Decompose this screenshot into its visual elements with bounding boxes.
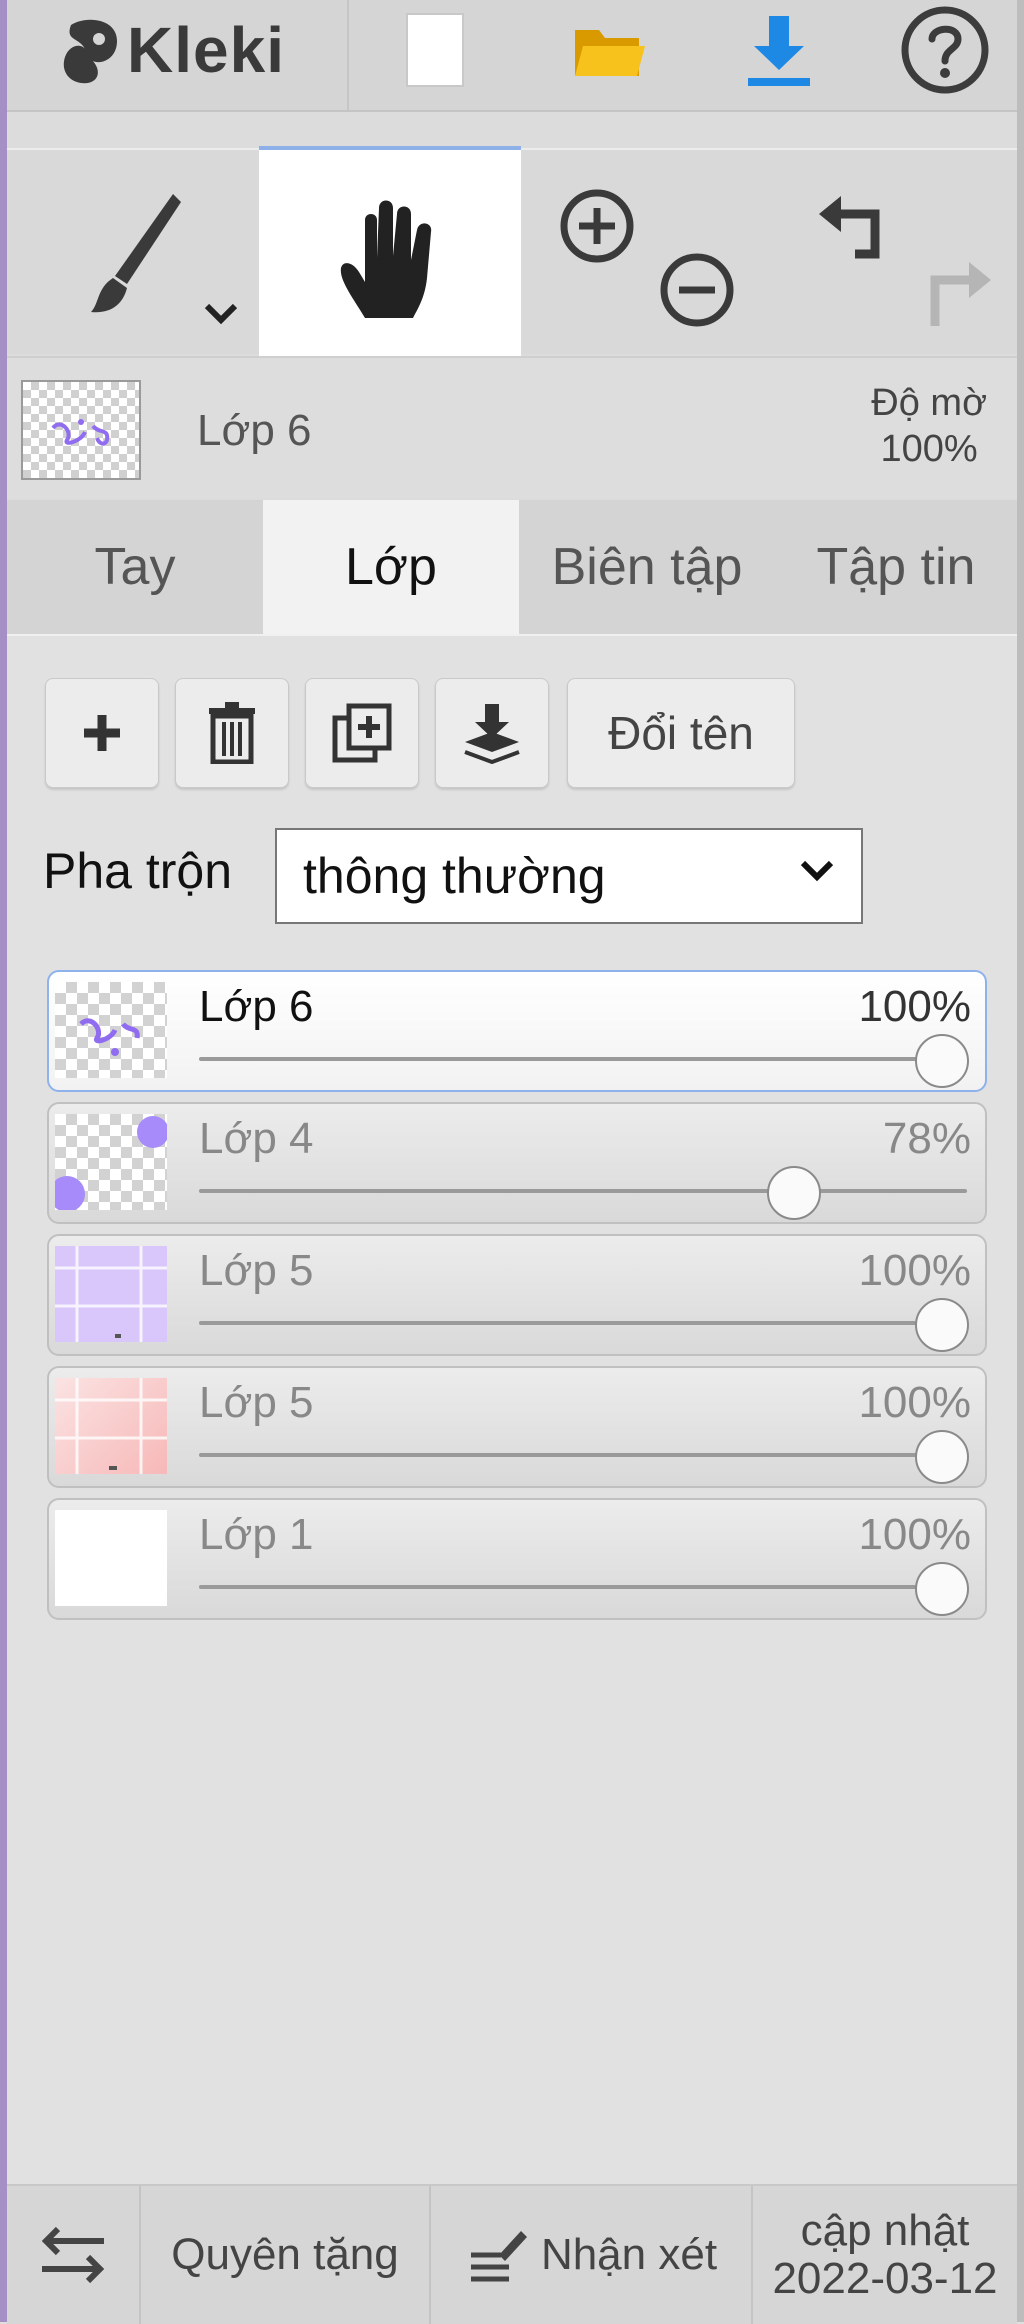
brush-tool-button[interactable] — [7, 150, 259, 354]
opacity-slider-track[interactable] — [199, 1189, 967, 1193]
opacity-slider-track[interactable] — [199, 1057, 967, 1061]
add-layer-icon — [84, 715, 120, 751]
chevron-down-icon[interactable] — [203, 300, 239, 326]
current-layer-opacity: Độ mờ 100% — [871, 380, 987, 472]
layer-name: Lớp 5 — [199, 1246, 314, 1295]
opacity-slider-track[interactable] — [199, 1321, 967, 1325]
feedback-button[interactable]: Nhận xét — [431, 2186, 751, 2324]
donate-button[interactable]: Quyên tặng — [141, 2186, 429, 2324]
app-logo-text: Kleki — [127, 14, 285, 86]
layer-item[interactable]: Lớp 5 100% — [47, 1366, 987, 1488]
layer-opacity: 100% — [858, 1510, 971, 1559]
tab-tap-tin[interactable]: Tập tin — [775, 500, 1017, 634]
tab-bien-tap[interactable]: Biên tập — [519, 500, 775, 634]
merge-down-button[interactable] — [435, 678, 549, 788]
layer-item[interactable]: Lớp 6 100% — [47, 970, 987, 1092]
brush-icon — [91, 194, 181, 313]
app-logo[interactable]: Kleki — [57, 0, 285, 100]
history-controls — [763, 150, 1017, 354]
opacity-label: Độ mờ — [871, 382, 987, 424]
blend-mode-value: thông thường — [303, 848, 606, 904]
opacity-value: 100% — [880, 428, 978, 470]
layer-opacity: 100% — [858, 1378, 971, 1427]
layer-thumbnail — [55, 1114, 167, 1210]
layer-item[interactable]: Lớp 4 78% — [47, 1102, 987, 1224]
open-folder-icon — [575, 30, 645, 76]
layer-thumbnail — [55, 1510, 167, 1606]
hand-tool-button[interactable] — [259, 146, 521, 358]
new-image-icon — [406, 13, 464, 87]
redo-icon[interactable] — [909, 250, 995, 336]
duplicate-layer-icon — [332, 703, 392, 763]
delete-layer-button[interactable] — [175, 678, 289, 788]
layer-name: Lớp 4 — [199, 1114, 314, 1163]
tab-bar: Tay Lớp Biên tập Tập tin — [7, 500, 1017, 634]
hand-icon — [340, 200, 432, 318]
swap-panel-button[interactable] — [7, 2186, 139, 2324]
current-layer-thumbnail — [21, 380, 141, 480]
update-date: 2022-03-12 — [772, 2254, 998, 2303]
layer-grid-image — [55, 1246, 167, 1342]
layer-thumbnail — [55, 1378, 167, 1474]
layers-panel: Đổi tên Pha trộn thông thường Lớp 6 100% — [7, 634, 1017, 2186]
undo-icon[interactable] — [815, 184, 901, 270]
layer-dots-image — [55, 1116, 167, 1210]
download-button[interactable] — [719, 0, 839, 100]
layer-grid-image — [55, 1378, 167, 1474]
feedback-icon — [470, 2231, 527, 2282]
layer-sketch-image — [51, 419, 110, 446]
swap-icon — [41, 2226, 105, 2284]
layer-item[interactable]: Lớp 1 100% — [47, 1498, 987, 1620]
footer-bar: Quyên tặng Nhận xét cập nhật 2022-03-12 — [7, 2184, 1017, 2324]
zoom-controls — [521, 150, 763, 354]
tool-row — [7, 146, 1017, 358]
layer-name: Lớp 5 — [199, 1378, 314, 1427]
opacity-slider-handle[interactable] — [915, 1562, 969, 1616]
rename-layer-button[interactable]: Đổi tên — [567, 678, 795, 788]
add-layer-button[interactable] — [45, 678, 159, 788]
opacity-slider-track[interactable] — [199, 1585, 967, 1589]
layer-item[interactable]: Lớp 5 100% — [47, 1234, 987, 1356]
open-file-button[interactable] — [549, 0, 669, 100]
canvas-edge — [0, 0, 7, 2322]
duplicate-layer-button[interactable] — [305, 678, 419, 788]
download-icon — [748, 16, 810, 86]
tab-tay[interactable]: Tay — [7, 500, 263, 634]
feedback-label: Nhận xét — [540, 2230, 718, 2279]
help-button[interactable] — [885, 0, 1005, 100]
kleki-logo-icon — [63, 19, 117, 84]
opacity-slider-handle[interactable] — [915, 1298, 969, 1352]
tab-lop[interactable]: Lớp — [263, 500, 519, 634]
layer-thumbnail — [55, 982, 167, 1078]
opacity-slider-track[interactable] — [199, 1453, 967, 1457]
layer-thumbnail — [55, 1246, 167, 1342]
current-layer-name: Lớp 6 — [197, 406, 312, 455]
panel-edge — [1017, 0, 1024, 2322]
layer-sketch-image — [79, 1018, 140, 1056]
delete-layer-icon — [209, 702, 255, 764]
opacity-slider-handle[interactable] — [915, 1034, 969, 1088]
new-image-button[interactable] — [375, 0, 495, 100]
layer-name: Lớp 6 — [199, 982, 314, 1031]
current-layer-preview: Lớp 6 Độ mờ 100% — [7, 356, 1017, 498]
chevron-down-icon — [800, 860, 834, 882]
blend-mode-label: Pha trộn — [43, 843, 233, 899]
layer-opacity: 100% — [858, 982, 971, 1031]
changelog-button[interactable]: cập nhật 2022-03-12 — [753, 2186, 1017, 2324]
layer-opacity: 100% — [858, 1246, 971, 1295]
blend-mode-select[interactable]: thông thường — [275, 828, 863, 924]
opacity-slider-handle[interactable] — [915, 1430, 969, 1484]
merge-down-icon — [464, 704, 520, 764]
top-bar: Kleki — [7, 0, 1017, 112]
side-panel: Kleki Lớp 6 Độ mờ 100% Tay Lớp Biên tập … — [7, 0, 1017, 2324]
divider — [347, 0, 349, 110]
zoom-in-icon[interactable] — [557, 186, 637, 266]
opacity-slider-handle[interactable] — [767, 1166, 821, 1220]
layer-name: Lớp 1 — [199, 1510, 314, 1559]
help-icon — [901, 6, 989, 94]
update-label: cập nhật — [800, 2206, 970, 2255]
zoom-out-icon[interactable] — [657, 250, 737, 330]
layer-opacity: 78% — [882, 1114, 971, 1163]
